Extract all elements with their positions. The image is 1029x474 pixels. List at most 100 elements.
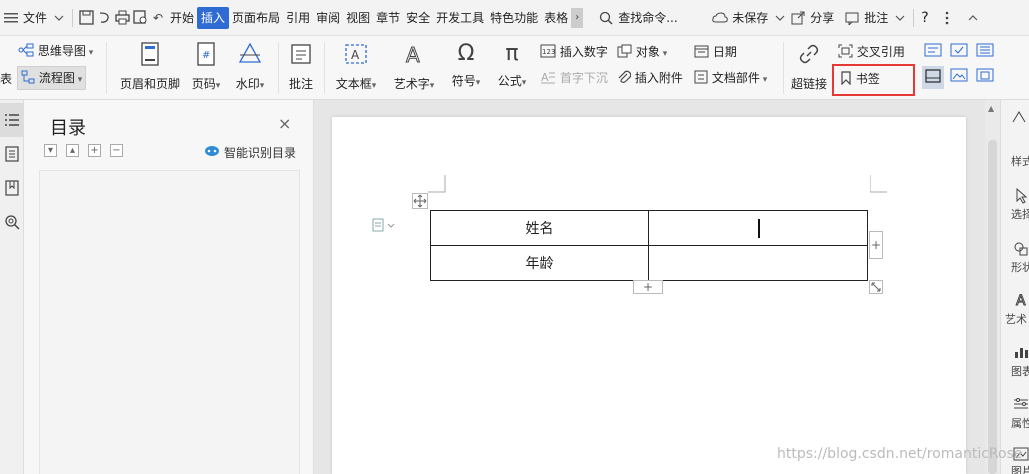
tab-page-layout[interactable]: 页面布局 — [229, 7, 283, 29]
insert-comment-button[interactable]: 批注 — [286, 42, 316, 92]
tab-developer[interactable]: 开发工具 — [433, 7, 487, 29]
tab-chapter[interactable]: 章节 — [373, 7, 403, 29]
close-icon[interactable]: × — [278, 114, 291, 133]
picture-pane-label[interactable]: 图片 — [1011, 463, 1029, 474]
tab-features[interactable]: 特色功能 — [487, 7, 541, 29]
comment-menu[interactable]: 批注 — [861, 7, 891, 29]
bookmark-icon — [840, 71, 852, 88]
paragraph-layout-icon[interactable] — [372, 218, 396, 235]
formula-button[interactable]: π 公式▾ — [494, 42, 530, 89]
chevron-down-icon[interactable] — [891, 9, 909, 27]
watermark-button[interactable]: 水印▾ — [232, 42, 268, 92]
textbox-style-icon[interactable] — [924, 43, 942, 60]
header-footer-button[interactable]: 页眉和页脚 — [118, 42, 182, 92]
tab-view[interactable]: 视图 — [343, 7, 373, 29]
search-icon — [597, 9, 615, 27]
divider — [783, 42, 784, 94]
hyperlink-button[interactable]: 超链接 — [790, 42, 828, 92]
save-icon[interactable] — [77, 9, 95, 27]
chevron-down-icon[interactable] — [771, 9, 789, 27]
bookmark-button[interactable]: 书签 — [832, 64, 915, 96]
insert-number-button[interactable]: 123 插入数字 — [540, 43, 608, 61]
table-cut-label[interactable]: 表 — [0, 70, 12, 87]
vertical-scrollbar[interactable]: ▲ — [985, 100, 1000, 474]
chevron-down-icon[interactable] — [50, 9, 68, 27]
hamburger-menu-icon[interactable] — [2, 9, 20, 27]
chart-pane-icon[interactable] — [1013, 345, 1029, 362]
share-button[interactable]: 分享 — [807, 7, 837, 29]
undo-icon[interactable]: ↶ — [149, 9, 167, 27]
find-nav-icon[interactable] — [0, 205, 24, 239]
symbol-button[interactable]: Ω 符号▾ — [448, 42, 484, 89]
more-options-icon[interactable] — [938, 9, 956, 27]
insert-attachment-button[interactable]: 插入附件 — [617, 69, 683, 87]
print-preview-icon[interactable] — [131, 9, 149, 27]
chapter-nav-icon[interactable] — [0, 137, 24, 171]
tab-start[interactable]: 开始 — [167, 7, 197, 29]
cross-reference-button[interactable]: 交叉引用 — [838, 43, 905, 61]
undo-format-icon[interactable] — [95, 9, 113, 27]
tab-review[interactable]: 审阅 — [313, 7, 343, 29]
scroll-up-icon[interactable]: ▲ — [988, 104, 994, 113]
object-button[interactable]: 对象 ▾ — [617, 43, 667, 61]
table-cell-label[interactable]: 年龄 — [430, 245, 649, 281]
table-move-handle[interactable] — [412, 193, 428, 209]
add-icon[interactable]: + — [88, 144, 101, 157]
bookmark-nav-icon[interactable] — [0, 171, 24, 205]
tab-references[interactable]: 引用 — [283, 7, 313, 29]
tab-security[interactable]: 安全 — [403, 7, 433, 29]
smart-toc-button[interactable]: 智能识别目录 — [204, 144, 296, 161]
date-button[interactable]: 日期 — [694, 43, 737, 61]
document-page[interactable]: 姓名 年龄 + + — [332, 117, 966, 474]
right-task-pane: 样式 选择 形状 A 艺术 图表 属性 图片 — [1000, 100, 1029, 474]
wordart-label: 艺术字 — [393, 77, 430, 91]
scrollbar-thumb[interactable] — [988, 140, 997, 474]
document-canvas: 姓名 年龄 + + — [314, 100, 1000, 474]
properties-pane-label[interactable]: 属性 — [1011, 415, 1029, 431]
remove-icon[interactable]: − — [110, 144, 123, 157]
table-cell-value[interactable] — [648, 210, 868, 246]
file-menu[interactable]: 文件 — [20, 7, 50, 29]
style-pane-icon[interactable] — [1011, 110, 1029, 127]
insert-number-label: 插入数字 — [559, 45, 608, 59]
collapse-icon[interactable]: ▴ — [66, 144, 79, 157]
add-column-button[interactable]: + — [869, 231, 883, 259]
page-number-button[interactable]: # 页码▾ — [188, 42, 224, 92]
resize-table-handle[interactable] — [869, 280, 883, 294]
date-control-icon[interactable] — [976, 68, 994, 85]
frame-control-icon[interactable] — [922, 66, 944, 89]
table-cell-value[interactable] — [648, 245, 868, 281]
tab-table[interactable]: 表格 — [541, 7, 571, 29]
help-button[interactable]: ? — [918, 7, 931, 29]
expand-icon[interactable]: ▾ — [44, 144, 57, 157]
add-row-button[interactable]: + — [633, 280, 663, 294]
toc-nav-icon[interactable] — [0, 103, 24, 137]
select-pane-icon[interactable] — [1015, 187, 1029, 207]
cross-reference-icon — [838, 44, 853, 61]
mindmap-button[interactable]: 思维导图 ▾ — [18, 42, 93, 60]
shape-pane-icon[interactable] — [1013, 241, 1029, 260]
wordart-pane-label[interactable]: 艺术 — [1005, 311, 1029, 327]
flowchart-button[interactable]: 流程图 ▾ — [17, 66, 87, 90]
wordart-button[interactable]: A 艺术字▾ — [390, 42, 438, 92]
tab-insert[interactable]: 插入 — [197, 6, 230, 29]
select-pane-label[interactable]: 选择 — [1011, 206, 1029, 222]
collapse-ribbon-icon[interactable] — [964, 9, 982, 27]
page-number-icon: # — [188, 42, 224, 69]
table-cell-label[interactable]: 姓名 — [430, 210, 649, 246]
properties-pane-icon[interactable] — [1013, 397, 1029, 414]
textbox-label: 文本框 — [335, 77, 372, 91]
shape-pane-label[interactable]: 形状 — [1011, 259, 1029, 275]
list-control-icon[interactable] — [976, 43, 994, 60]
tab-scroll-right-icon[interactable]: › — [571, 7, 584, 28]
command-search-input[interactable]: 查找命令... — [615, 7, 705, 29]
textbox-button[interactable]: A 文本框▾ — [332, 42, 380, 92]
picture-control-icon[interactable] — [950, 68, 968, 85]
print-icon[interactable] — [113, 9, 131, 27]
wordart-pane-icon[interactable]: A — [1015, 292, 1029, 311]
unsaved-status[interactable]: 未保存 — [729, 7, 771, 29]
chart-pane-label[interactable]: 图表 — [1011, 363, 1029, 379]
checkbox-control-icon[interactable] — [950, 43, 968, 60]
style-pane-label[interactable]: 样式 — [1011, 153, 1029, 169]
doc-parts-button[interactable]: 文档部件 ▾ — [694, 69, 767, 87]
